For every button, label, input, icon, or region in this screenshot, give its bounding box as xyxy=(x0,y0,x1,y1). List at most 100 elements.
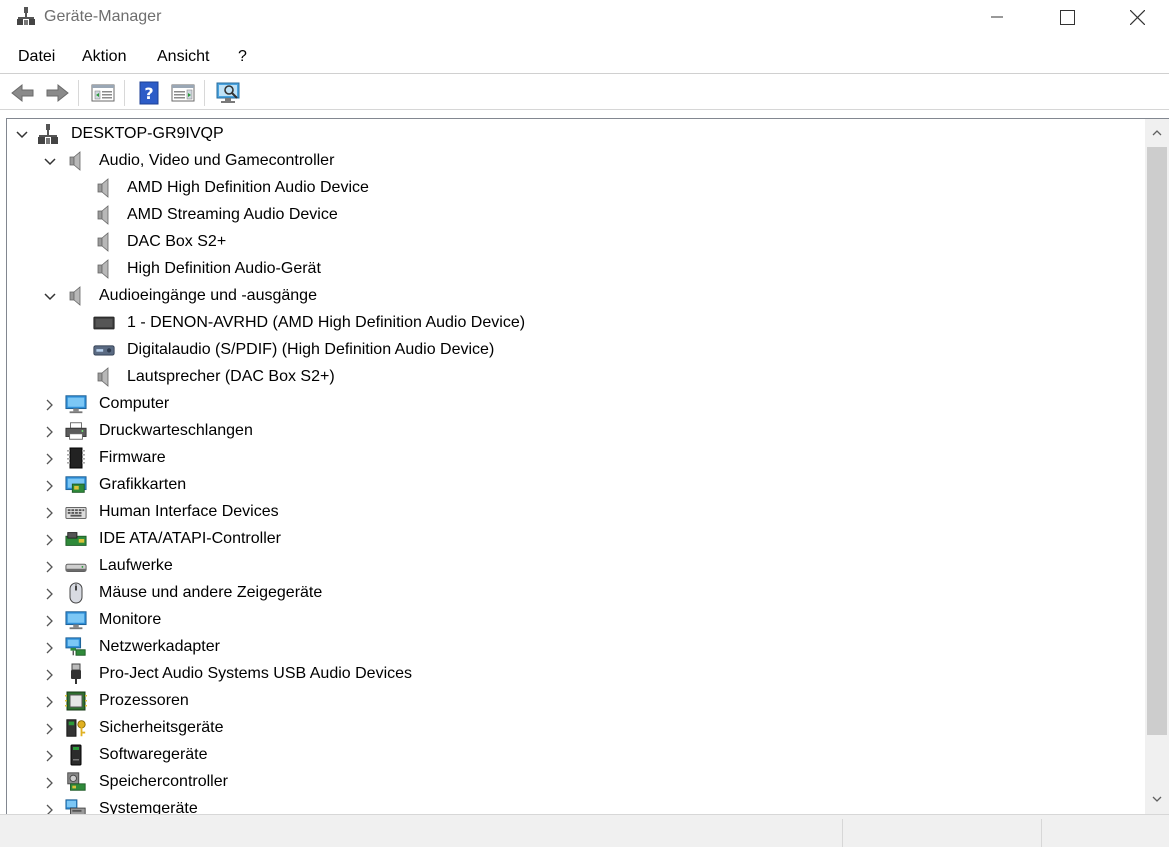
speaker-icon xyxy=(93,258,115,280)
disk-drive-icon xyxy=(65,555,87,577)
tree-category[interactable]: Netzwerkadapter xyxy=(0,634,1140,661)
status-divider xyxy=(842,819,843,847)
scrollbar-thumb[interactable] xyxy=(1147,147,1167,735)
tree-category[interactable]: Monitore xyxy=(0,607,1140,634)
speaker-icon xyxy=(65,285,87,307)
tree-category[interactable]: Human Interface Devices xyxy=(0,499,1140,526)
tree-category[interactable]: Audioeingänge und -ausgänge xyxy=(0,283,1140,310)
tree-node-label: DAC Box S2+ xyxy=(127,233,227,250)
expand-chevron-icon[interactable] xyxy=(43,614,57,628)
usb-plug-icon xyxy=(65,663,87,685)
expand-chevron-icon[interactable] xyxy=(43,803,57,814)
speaker-icon xyxy=(93,366,115,388)
expand-chevron-icon[interactable] xyxy=(43,668,57,682)
tree-category[interactable]: Sicherheitsgeräte xyxy=(0,715,1140,742)
status-divider xyxy=(1041,819,1042,847)
expand-chevron-icon[interactable] xyxy=(43,425,57,439)
collapse-chevron-icon[interactable] xyxy=(43,155,57,169)
receiver-icon xyxy=(93,339,115,361)
tree-category[interactable]: Audio, Video und Gamecontroller xyxy=(0,148,1140,175)
security-key-icon xyxy=(65,717,87,739)
tree-node-label: Druckwarteschlangen xyxy=(99,422,253,439)
tree-category[interactable]: Speichercontroller xyxy=(0,769,1140,796)
device-tree-rows: DESKTOP-GR9IVQP Audio, Video und Gamecont… xyxy=(0,0,1145,814)
tree-category[interactable]: Firmware xyxy=(0,445,1140,472)
tree-device[interactable]: AMD High Definition Audio Device xyxy=(0,175,1140,202)
keyboard-icon xyxy=(65,501,87,523)
display-icon xyxy=(93,312,115,334)
tree-category[interactable]: IDE ATA/ATAPI-Controller xyxy=(0,526,1140,553)
tree-node-label: DESKTOP-GR9IVQP xyxy=(71,125,224,142)
network-adapter-icon xyxy=(65,636,87,658)
ide-controller-icon xyxy=(65,528,87,550)
monitor-icon xyxy=(65,609,87,631)
printer-icon xyxy=(65,420,87,442)
tree-root-node[interactable]: DESKTOP-GR9IVQP xyxy=(0,121,1140,148)
tree-device[interactable]: 1 - DENON-AVRHD (AMD High Definition Aud… xyxy=(0,310,1140,337)
tree-device[interactable]: High Definition Audio-Gerät xyxy=(0,256,1140,283)
system-devices-icon xyxy=(65,798,87,814)
tree-node-label: Sicherheitsgeräte xyxy=(99,719,224,736)
tree-category[interactable]: Mäuse und andere Zeigegeräte xyxy=(0,580,1140,607)
expand-chevron-icon[interactable] xyxy=(43,398,57,412)
tree-node-label: Systemgeräte xyxy=(99,800,198,814)
tree-category[interactable]: Druckwarteschlangen xyxy=(0,418,1140,445)
tree-category[interactable]: Prozessoren xyxy=(0,688,1140,715)
tree-device[interactable]: Digitalaudio (S/PDIF) (High Definition A… xyxy=(0,337,1140,364)
expand-chevron-icon[interactable] xyxy=(43,641,57,655)
expand-chevron-icon[interactable] xyxy=(43,587,57,601)
tree-node-label: AMD Streaming Audio Device xyxy=(127,206,338,223)
expand-chevron-icon[interactable] xyxy=(43,749,57,763)
tree-node-label: Lautsprecher (DAC Box S2+) xyxy=(127,368,335,385)
collapse-chevron-icon[interactable] xyxy=(15,128,29,142)
tree-category[interactable]: Softwaregeräte xyxy=(0,742,1140,769)
tree-node-label: Pro-Ject Audio Systems USB Audio Devices xyxy=(99,665,413,682)
tree-node-label: IDE ATA/ATAPI-Controller xyxy=(99,530,281,547)
vertical-scrollbar[interactable] xyxy=(1145,119,1169,814)
expand-chevron-icon[interactable] xyxy=(43,722,57,736)
software-device-icon xyxy=(65,744,87,766)
speaker-icon xyxy=(93,231,115,253)
collapse-chevron-icon[interactable] xyxy=(43,290,57,304)
tree-node-label: Softwaregeräte xyxy=(99,746,208,763)
tree-node-label: Speichercontroller xyxy=(99,773,228,790)
computer-icon xyxy=(65,393,87,415)
tree-device[interactable]: DAC Box S2+ xyxy=(0,229,1140,256)
tree-node-label: Digitalaudio (S/PDIF) (High Definition A… xyxy=(127,341,495,358)
tree-category[interactable]: Computer xyxy=(0,391,1140,418)
tree-category[interactable]: Laufwerke xyxy=(0,553,1140,580)
tree-node-label: Audioeingänge und -ausgänge xyxy=(99,287,317,304)
tree-device[interactable]: Lautsprecher (DAC Box S2+) xyxy=(0,364,1140,391)
storage-controller-icon xyxy=(65,771,87,793)
tree-node-label: Mäuse und andere Zeigegeräte xyxy=(99,584,323,601)
expand-chevron-icon[interactable] xyxy=(43,560,57,574)
expand-chevron-icon[interactable] xyxy=(43,506,57,520)
tree-node-label: Firmware xyxy=(99,449,166,466)
speaker-icon xyxy=(65,150,87,172)
scroll-down-icon[interactable] xyxy=(1145,787,1169,811)
computer-root-icon xyxy=(37,123,59,145)
expand-chevron-icon[interactable] xyxy=(43,776,57,790)
tree-node-label: Prozessoren xyxy=(99,692,189,709)
tree-category[interactable]: Grafikkarten xyxy=(0,472,1140,499)
mouse-icon xyxy=(65,582,87,604)
expand-chevron-icon[interactable] xyxy=(43,533,57,547)
tree-node-label: Laufwerke xyxy=(99,557,173,574)
expand-chevron-icon[interactable] xyxy=(43,695,57,709)
firmware-chip-icon xyxy=(65,447,87,469)
tree-node-label: AMD High Definition Audio Device xyxy=(127,179,369,196)
graphics-card-icon xyxy=(65,474,87,496)
expand-chevron-icon[interactable] xyxy=(43,479,57,493)
speaker-icon xyxy=(93,177,115,199)
tree-node-label: 1 - DENON-AVRHD (AMD High Definition Aud… xyxy=(127,314,526,331)
expand-chevron-icon[interactable] xyxy=(43,452,57,466)
tree-device[interactable]: AMD Streaming Audio Device xyxy=(0,202,1140,229)
tree-category[interactable]: Pro-Ject Audio Systems USB Audio Devices xyxy=(0,661,1140,688)
processor-icon xyxy=(65,690,87,712)
tree-node-label: Computer xyxy=(99,395,170,412)
tree-node-label: Monitore xyxy=(99,611,162,628)
scroll-up-icon[interactable] xyxy=(1145,121,1169,145)
status-bar xyxy=(0,814,1169,847)
tree-category[interactable]: Systemgeräte xyxy=(0,796,1140,814)
speaker-icon xyxy=(93,204,115,226)
